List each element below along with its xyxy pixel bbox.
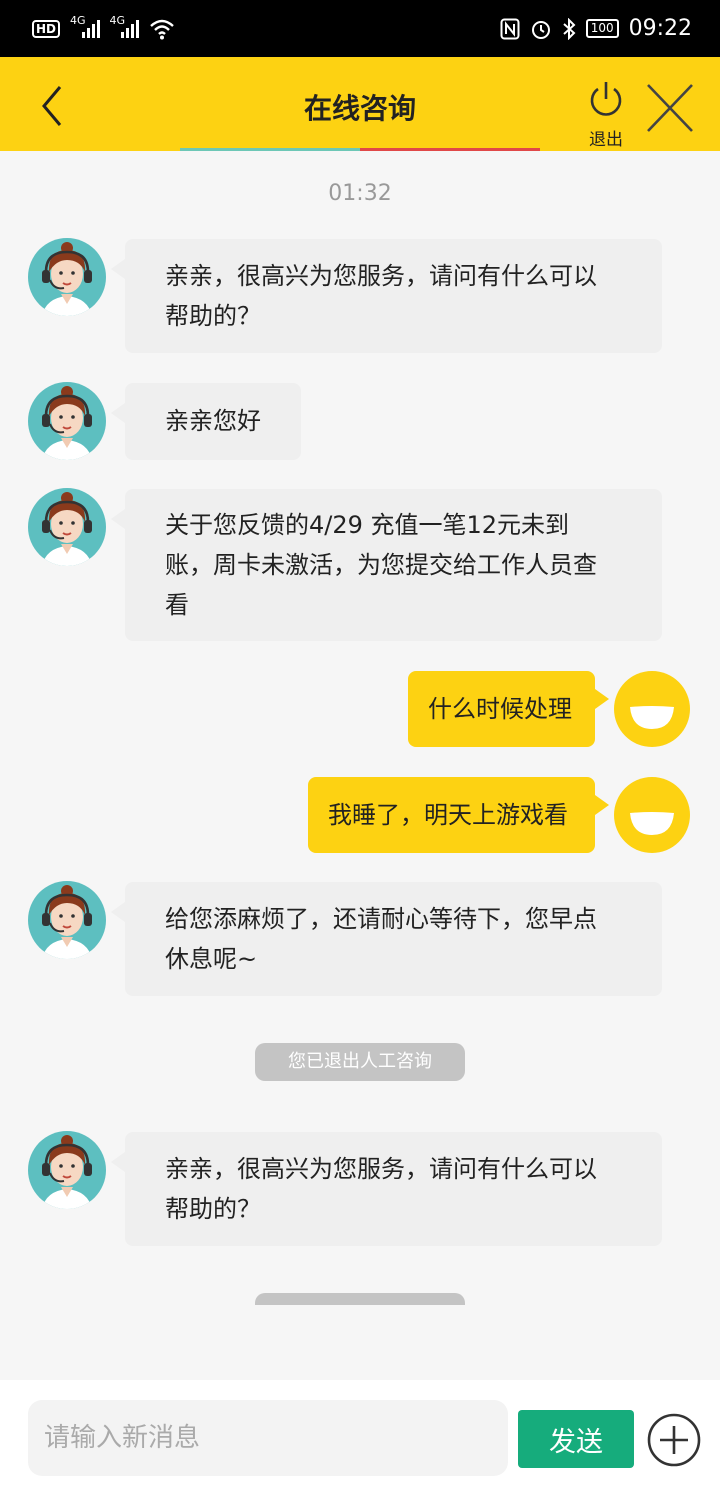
bluetooth-icon xyxy=(562,17,576,40)
hd-voice-icon: HD xyxy=(32,19,61,38)
message-line: 账，周卡未激活，为您提交给工作人员查 xyxy=(165,551,597,579)
message-line: 休息呢~ xyxy=(165,945,258,973)
agent-message: 亲亲，很高兴为您服务，请问有什么可以 帮助的？ xyxy=(111,239,662,353)
clock: 09:22 xyxy=(628,16,692,41)
message-line: 我睡了，明天上游戏看 xyxy=(328,801,568,829)
user-message: 我睡了，明天上游戏看 xyxy=(308,777,609,853)
chat-history[interactable]: 01:32 亲亲，很高兴为您服务，请问有什么可以 帮助的？ 亲亲您好 关于您反馈… xyxy=(0,151,720,1305)
nfc-icon xyxy=(500,18,520,40)
message-line: 给您添麻烦了，还请耐心等待下，您早点 xyxy=(165,905,597,933)
message-line: 亲亲您好 xyxy=(165,407,261,435)
agent-avatar xyxy=(28,881,106,959)
message-line: 关于您反馈的4/29 充值一笔12元未到 xyxy=(165,511,570,539)
app-header: 在线咨询 退出 xyxy=(0,57,720,151)
status-bar: HD 4G 4G 100 09:22 xyxy=(0,0,720,57)
system-notice: 您已退出人工咨询 xyxy=(255,1043,465,1081)
agent-avatar xyxy=(28,488,106,566)
message-line: 亲亲，很高兴为您服务，请问有什么可以 xyxy=(165,262,597,290)
agent-message: 亲亲，很高兴为您服务，请问有什么可以 帮助的？ xyxy=(111,1132,662,1246)
network-type-label: 4G xyxy=(70,14,86,27)
battery-icon: 100 xyxy=(585,19,619,38)
agent-avatar xyxy=(28,238,106,316)
user-avatar xyxy=(614,777,690,853)
message-timestamp: 01:32 xyxy=(328,181,392,206)
message-line: 看 xyxy=(165,591,189,619)
message-line: 帮助的？ xyxy=(165,302,261,330)
send-button[interactable]: 发送 xyxy=(518,1410,634,1468)
message-line: 帮助的？ xyxy=(165,1195,261,1223)
signal-icon: 4G xyxy=(70,14,100,38)
agent-message: 关于您反馈的4/29 充值一笔12元未到 账，周卡未激活，为您提交给工作人员查 … xyxy=(111,489,662,641)
message-line: 亲亲，很高兴为您服务，请问有什么可以 xyxy=(165,1155,597,1183)
close-button[interactable] xyxy=(644,83,696,133)
system-notice-partial xyxy=(255,1293,465,1305)
message-input[interactable] xyxy=(28,1400,508,1476)
alarm-icon xyxy=(530,18,552,40)
network-type-label-2: 4G xyxy=(109,14,126,27)
close-icon xyxy=(647,84,693,132)
signal-icon-2: 4G xyxy=(110,14,140,38)
message-composer: 发送 xyxy=(0,1380,720,1496)
power-icon xyxy=(590,82,622,116)
wifi-icon xyxy=(149,18,175,40)
agent-message: 亲亲您好 xyxy=(111,383,301,460)
exit-label: 退出 xyxy=(589,130,623,150)
message-line: 什么时候处理 xyxy=(428,695,572,723)
user-message: 什么时候处理 xyxy=(408,671,609,747)
exit-button[interactable]: 退出 xyxy=(582,79,630,150)
agent-avatar xyxy=(28,382,106,460)
agent-message: 给您添麻烦了，还请耐心等待下，您早点 休息呢~ xyxy=(111,882,662,996)
user-avatar xyxy=(614,671,690,747)
agent-avatar xyxy=(28,1131,106,1209)
plus-circle-icon xyxy=(647,1413,701,1467)
add-attachment-button[interactable] xyxy=(646,1412,702,1468)
